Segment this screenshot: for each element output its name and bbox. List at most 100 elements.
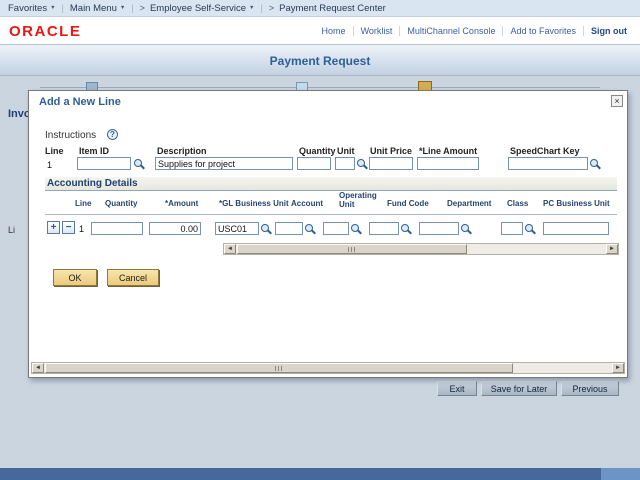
- breadcrumb-bar: Favorites ▼ | Main Menu ▼ | > Employee S…: [0, 0, 640, 17]
- line-label: Line: [45, 146, 64, 156]
- header-bar: ORACLE Home Worklist MultiChannel Consol…: [0, 17, 640, 44]
- department-input[interactable]: [419, 222, 459, 235]
- breadcrumb-item-favorites[interactable]: Favorites ▼: [8, 3, 56, 14]
- cancel-button[interactable]: Cancel: [107, 269, 159, 286]
- oracle-logo: ORACLE: [9, 23, 81, 40]
- class-input[interactable]: [501, 222, 523, 235]
- grid-column-amount: *Amount: [165, 199, 198, 208]
- save-for-later-button[interactable]: Save for Later: [481, 381, 557, 396]
- speedchart-key-label: SpeedChart Key: [510, 146, 580, 156]
- grid-horizontal-scrollbar[interactable]: ◄ ►: [223, 243, 619, 255]
- accounting-details-title: Accounting Details: [47, 178, 138, 189]
- previous-button[interactable]: Previous: [561, 381, 619, 396]
- chevron-down-icon: ▼: [50, 5, 55, 11]
- grid-column-pc-business-unit: PC Business Unit: [543, 199, 610, 208]
- operating-unit-lookup-icon[interactable]: [350, 222, 362, 235]
- grid-amount-input[interactable]: [149, 222, 201, 235]
- quantity-label: Quantity: [299, 146, 336, 156]
- breadcrumb-label: Employee Self-Service: [150, 3, 246, 14]
- ok-button[interactable]: OK: [53, 269, 97, 286]
- chevron-down-icon: ▼: [249, 5, 254, 11]
- gl-business-unit-lookup-icon[interactable]: [260, 222, 272, 235]
- header-link-worklist[interactable]: Worklist: [353, 26, 400, 36]
- delete-row-button[interactable]: −: [62, 221, 75, 234]
- grid-column-quantity: Quantity: [105, 199, 137, 208]
- unit-label: Unit: [337, 146, 355, 156]
- breadcrumb-label: Payment Request Center: [279, 3, 386, 14]
- description-label: Description: [157, 146, 207, 156]
- department-lookup-icon[interactable]: [460, 222, 472, 235]
- scroll-thumb[interactable]: [237, 244, 467, 254]
- operating-unit-input[interactable]: [323, 222, 349, 235]
- gl-business-unit-input[interactable]: [215, 222, 259, 235]
- grid-header-divider: [45, 214, 617, 215]
- description-input[interactable]: [155, 157, 293, 170]
- grid-column-line: Line: [75, 199, 91, 208]
- quantity-input[interactable]: [297, 157, 331, 170]
- add-row-button[interactable]: +: [47, 221, 60, 234]
- grid-column-operating-unit: Operating Unit: [339, 191, 377, 209]
- breadcrumb-item-employee-self-service[interactable]: Employee Self-Service ▼: [150, 3, 255, 14]
- class-lookup-icon[interactable]: [524, 222, 536, 235]
- footer-accent: [601, 468, 640, 480]
- pc-business-unit-input[interactable]: [543, 222, 609, 235]
- modal-title: Add a New Line: [39, 96, 121, 108]
- footer-bar: [0, 468, 640, 480]
- grid-column-class: Class: [507, 199, 528, 208]
- unit-lookup-icon[interactable]: [356, 157, 368, 170]
- header-link-add-to-favorites[interactable]: Add to Favorites: [502, 26, 583, 36]
- item-id-lookup-icon[interactable]: [133, 157, 145, 170]
- scroll-right-button[interactable]: ►: [606, 244, 618, 254]
- separator: |: [62, 3, 64, 13]
- modal-horizontal-scrollbar[interactable]: ◄ ►: [31, 362, 625, 374]
- scroll-left-button[interactable]: ◄: [224, 244, 236, 254]
- header-links: Home Worklist MultiChannel Console Add t…: [315, 26, 634, 36]
- grid-line-value: 1: [79, 224, 84, 234]
- unit-price-input[interactable]: [369, 157, 413, 170]
- scroll-left-button[interactable]: ◄: [32, 363, 44, 373]
- grid-column-fund-code: Fund Code: [387, 199, 429, 208]
- breadcrumb-label: Main Menu: [70, 3, 117, 14]
- instructions-label: Instructions: [45, 130, 96, 141]
- speedchart-lookup-icon[interactable]: [589, 157, 601, 170]
- breadcrumb-arrow-icon: >: [269, 3, 274, 13]
- page-banner: Payment Request: [0, 44, 640, 76]
- item-id-input[interactable]: [77, 157, 131, 170]
- unit-price-label: Unit Price: [370, 146, 412, 156]
- fund-code-input[interactable]: [369, 222, 399, 235]
- scroll-right-button[interactable]: ►: [612, 363, 624, 373]
- clipped-line-label: Li: [8, 225, 15, 235]
- scroll-thumb[interactable]: [45, 363, 513, 373]
- account-input[interactable]: [275, 222, 303, 235]
- exit-button[interactable]: Exit: [437, 381, 477, 396]
- breadcrumb-arrow-icon: >: [140, 3, 145, 13]
- header-link-sign-out[interactable]: Sign out: [583, 26, 634, 36]
- unit-input[interactable]: [335, 157, 355, 170]
- line-amount-label: *Line Amount: [419, 146, 477, 156]
- grid-column-account: Account: [291, 199, 323, 208]
- application-window: Favorites ▼ | Main Menu ▼ | > Employee S…: [0, 0, 640, 480]
- grid-column-department: Department: [447, 199, 491, 208]
- breadcrumb-item-payment-request-center[interactable]: Payment Request Center: [279, 3, 386, 14]
- chevron-down-icon: ▼: [120, 5, 125, 11]
- wizard-progress-track: [40, 87, 600, 88]
- close-button[interactable]: ×: [611, 95, 623, 107]
- grid-quantity-input[interactable]: [91, 222, 143, 235]
- grid-column-gl-business-unit: *GL Business Unit: [219, 199, 289, 208]
- line-amount-input[interactable]: [417, 157, 479, 170]
- header-link-multichannel-console[interactable]: MultiChannel Console: [399, 26, 502, 36]
- speedchart-key-input[interactable]: [508, 157, 588, 170]
- account-lookup-icon[interactable]: [304, 222, 316, 235]
- item-id-label: Item ID: [79, 146, 109, 156]
- fund-code-lookup-icon[interactable]: [400, 222, 412, 235]
- separator: |: [261, 3, 263, 13]
- separator: |: [131, 3, 133, 13]
- breadcrumb-item-main-menu[interactable]: Main Menu ▼: [70, 3, 125, 14]
- page-title: Payment Request: [0, 54, 640, 68]
- help-icon[interactable]: ?: [107, 129, 118, 140]
- add-new-line-modal: Add a New Line × Instructions ? Line Ite…: [28, 90, 628, 378]
- breadcrumb-label: Favorites: [8, 3, 47, 14]
- line-value: 1: [47, 160, 52, 170]
- accounting-details-section: Accounting Details: [45, 177, 617, 191]
- header-link-home[interactable]: Home: [315, 26, 353, 36]
